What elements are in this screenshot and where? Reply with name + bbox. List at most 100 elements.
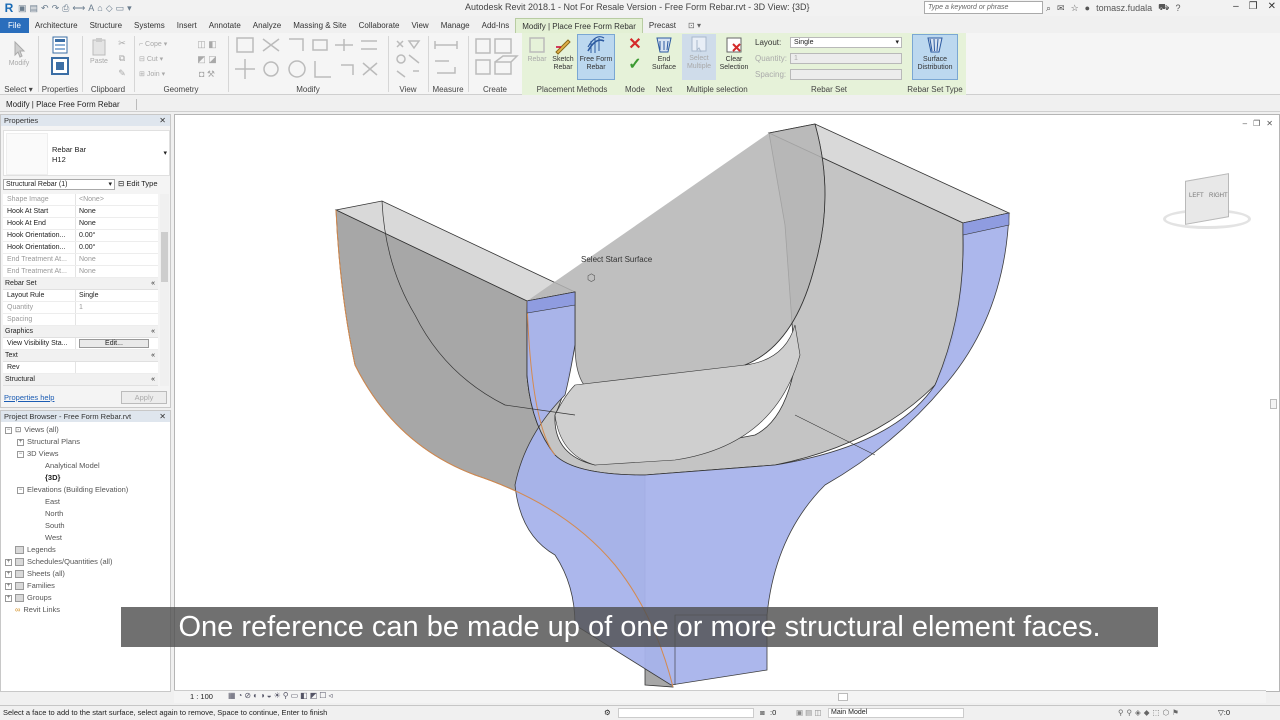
measure-icon[interactable]: ⟷ [72, 3, 85, 14]
help-icon[interactable]: ? [1175, 3, 1180, 13]
cope-button[interactable]: ⌐ Cope ▾ [139, 37, 183, 52]
tab-structure[interactable]: Structure [84, 18, 128, 33]
selection-filter-icons[interactable]: ⚲⚲◈◆⬚⬡⚑ [1118, 706, 1182, 720]
cart-icon[interactable]: ⛟ [1158, 2, 1169, 14]
section-icon[interactable]: ◇ [106, 3, 113, 14]
table-row[interactable]: Shape Image <None> [3, 194, 158, 206]
close-icon[interactable]: ✕ [1268, 1, 1276, 12]
save-icon[interactable]: ▤ [30, 3, 39, 14]
filter-icon[interactable]: ▽:0 [1218, 706, 1230, 720]
join-button[interactable]: ⊞ Join ▾ [139, 67, 183, 82]
tree-node-families[interactable]: + Families [5, 580, 55, 592]
close-icon[interactable]: ✕ [159, 411, 166, 422]
user-icon[interactable]: ● [1085, 3, 1090, 13]
view-close-icon[interactable]: ✕ [1266, 119, 1273, 128]
workset-select[interactable] [618, 708, 754, 718]
layout-select[interactable]: Single ▾ [790, 37, 902, 48]
tab-collaborate[interactable]: Collaborate [353, 18, 406, 33]
3d-view-icon[interactable]: ⌂ [97, 3, 102, 14]
model-canvas[interactable] [175, 115, 1279, 691]
tree-node-elevations[interactable]: − Elevations (Building Elevation) [17, 484, 128, 496]
tab-massing-site[interactable]: Massing & Site [287, 18, 352, 33]
collapse-icon[interactable]: « [151, 374, 155, 386]
view-visibility-edit-button[interactable]: Edit... [79, 339, 149, 348]
tree-node-3d-views[interactable]: −3D Views [17, 448, 59, 460]
group-structural[interactable]: Structural « [3, 374, 158, 386]
user-name[interactable]: tomasz.fudala [1096, 3, 1152, 13]
surface-distribution-button[interactable]: Surface Distribution [912, 34, 958, 80]
binoculars-icon[interactable]: ⌕ [1046, 3, 1051, 14]
cancel-icon[interactable]: ✕ [625, 35, 645, 55]
design-option-select[interactable]: Main Model [828, 708, 964, 718]
view-restore-icon[interactable]: ❐ [1253, 119, 1260, 128]
spacing-field[interactable] [790, 69, 902, 80]
tab-add-ins[interactable]: Add-Ins [476, 18, 516, 33]
tree-node-analytical-model[interactable]: Analytical Model [45, 460, 100, 472]
view-tools-icon[interactable] [393, 37, 423, 79]
properties-header[interactable]: Properties ✕ [1, 115, 170, 126]
table-row[interactable]: End Treatment At... None [3, 266, 158, 278]
cut-geometry-button[interactable]: ⊟ Cut ▾ [139, 52, 183, 67]
viewcube-right-face[interactable]: RIGHT [1209, 193, 1228, 199]
properties-button[interactable] [44, 35, 76, 77]
open-icon[interactable]: ▣ [18, 3, 27, 14]
table-row[interactable]: Hook Orientation... 0.00° [3, 230, 158, 242]
split-face-icon[interactable]: ◫ ◧ [191, 37, 223, 52]
text-icon[interactable]: A [88, 3, 94, 14]
tree-node-schedules[interactable]: + Schedules/Quantities (all) [5, 556, 112, 568]
worksets-icon[interactable]: ⚙ [604, 706, 611, 720]
status-tools-icon[interactable]: ▣ ▤ ◫ [796, 706, 821, 720]
group-text[interactable]: Text « [3, 350, 158, 362]
create-tools-icon[interactable] [473, 36, 519, 80]
paint-icon[interactable]: ◩ ◪ [191, 52, 223, 67]
tab-analyze[interactable]: Analyze [247, 18, 287, 33]
viewcube-left-face[interactable]: LEFT [1189, 193, 1204, 199]
sketch-rebar-button[interactable]: Sketch Rebar [550, 35, 576, 72]
revit-logo-icon[interactable]: R [2, 1, 16, 15]
tab-manage[interactable]: Manage [435, 18, 476, 33]
vertical-scrollbar-thumb[interactable] [1270, 399, 1277, 409]
close-icon[interactable]: ✕ [159, 115, 166, 126]
qat-dropdown-icon[interactable]: ▾ [127, 3, 132, 14]
finish-check-icon[interactable]: ✓ [625, 55, 645, 75]
tree-node-groups[interactable]: + Groups [5, 592, 52, 604]
properties-help-link[interactable]: Properties help [4, 393, 54, 402]
tree-node-legends[interactable]: Legends [5, 544, 56, 556]
tree-node-west[interactable]: West [45, 532, 62, 544]
modify-button[interactable]: Modify [4, 39, 34, 68]
apply-button[interactable]: Apply [121, 391, 167, 404]
table-row[interactable]: Hook At Start None [3, 206, 158, 218]
cut-icon[interactable]: ✂ [115, 36, 129, 51]
tab-modify-place-free-form-rebar[interactable]: Modify | Place Free Form Rebar [515, 18, 643, 33]
measure-tools-icon[interactable] [433, 37, 463, 79]
redo-icon[interactable]: ↷ [52, 3, 60, 14]
demolish-icon[interactable]: ◘ ⚒ [191, 67, 223, 82]
table-row[interactable]: Rev [3, 362, 158, 374]
tree-node-sheets[interactable]: + Sheets (all) [5, 568, 65, 580]
free-form-rebar-button[interactable]: Free Form Rebar [577, 34, 615, 80]
print-icon[interactable]: ⎙ [62, 3, 69, 14]
horizontal-scrollbar-thumb[interactable] [838, 693, 848, 701]
instance-filter-select[interactable]: Structural Rebar (1) ▾ [3, 179, 115, 190]
tab-view[interactable]: View [406, 18, 435, 33]
edit-type-button[interactable]: ⊟ Edit Type [118, 179, 158, 188]
clear-selection-button[interactable]: Clear Selection [717, 35, 751, 72]
select-multiple-button[interactable]: Select Multiple [682, 34, 716, 80]
tab-annotate[interactable]: Annotate [203, 18, 247, 33]
tab-precast[interactable]: Precast [643, 18, 682, 33]
star-icon[interactable]: ☆ [1071, 3, 1079, 14]
end-surface-button[interactable]: End Surface [650, 35, 678, 72]
tree-node-structural-plans[interactable]: + Structural Plans [17, 436, 80, 448]
table-row[interactable]: Spacing [3, 314, 158, 326]
match-properties-icon[interactable]: ✎ [115, 66, 129, 81]
collapse-icon[interactable]: « [151, 326, 155, 338]
tree-node-east[interactable]: East [45, 496, 60, 508]
type-selector[interactable]: Rebar Bar H12 ▾ [3, 130, 170, 176]
ribbon-minimize-icon[interactable]: ⊡ ▾ [682, 18, 707, 33]
tree-node-3d[interactable]: {3D} [45, 472, 60, 484]
copy-icon[interactable]: ⧉ [115, 51, 129, 66]
tree-node-revit-links[interactable]: ∞ Revit Links [5, 604, 60, 616]
view-minimize-icon[interactable]: – [1243, 119, 1247, 128]
search-input[interactable]: Type a keyword or phrase [924, 1, 1043, 14]
table-row[interactable]: Hook At End None [3, 218, 158, 230]
